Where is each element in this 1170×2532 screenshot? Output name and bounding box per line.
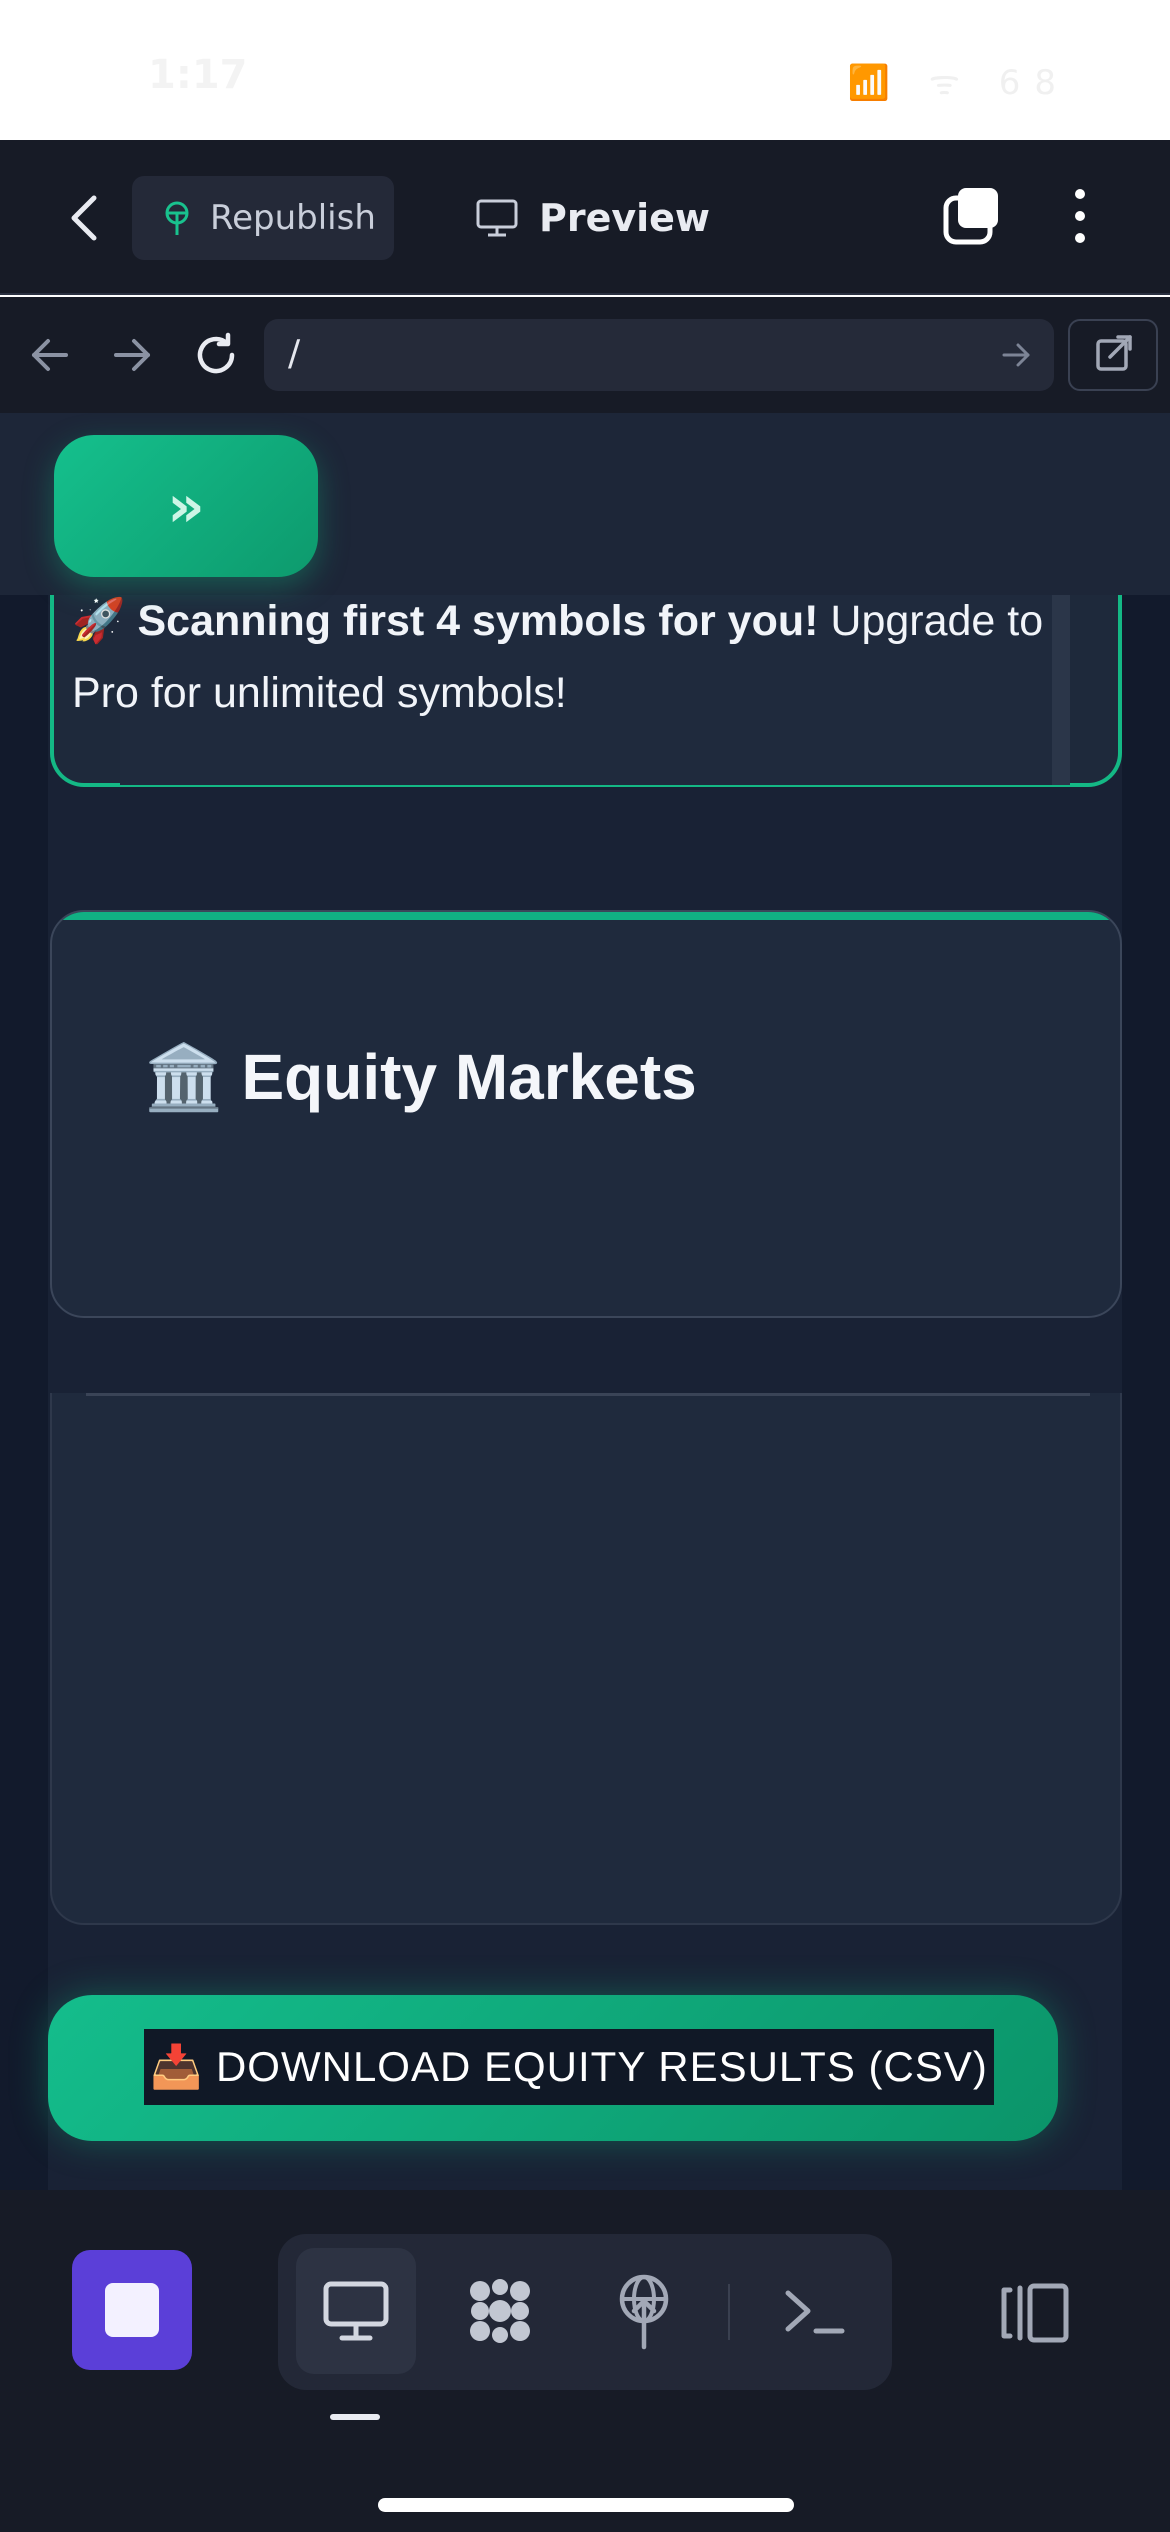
bottom-toolbar (0, 2190, 1170, 2532)
equity-markets-heading: 🏛️ Equity Markets (144, 1040, 697, 1115)
divider (728, 2284, 730, 2340)
divider (86, 1393, 1090, 1396)
equity-markets-card: 🏛️ Equity Markets (50, 910, 1122, 1318)
republish-button[interactable]: Republish (132, 176, 394, 260)
url-text: / (288, 333, 301, 374)
double-chevron-right-icon: » (167, 472, 205, 540)
back-button[interactable] (58, 188, 114, 248)
tool-modules[interactable] (440, 2248, 560, 2374)
home-indicator (378, 2498, 794, 2512)
upgrade-banner-text: 🚀 Scanning first 4 symbols for you! Upgr… (72, 585, 1062, 729)
terminal-icon (785, 2290, 845, 2334)
status-bar: 1:17 📶 ᯤ 68 (0, 0, 1170, 140)
top-bar: Republish Preview (0, 140, 1170, 295)
monitor-icon (476, 199, 518, 237)
url-bar: / (0, 297, 1170, 413)
chevron-left-icon (71, 195, 97, 241)
more-button[interactable] (1060, 184, 1100, 248)
rocket-icon: 🚀 (72, 597, 126, 645)
tool-deploy[interactable] (584, 2248, 704, 2374)
stop-button[interactable] (72, 2250, 192, 2370)
monitor-icon (323, 2281, 389, 2341)
nav-forward-button[interactable] (106, 329, 158, 381)
nav-back-button[interactable] (24, 329, 76, 381)
download-button-text: DOWNLOAD EQUITY RESULTS (CSV) (215, 2043, 988, 2090)
reload-icon (197, 332, 235, 374)
broadcast-icon (619, 2274, 669, 2350)
web-viewport: » 🚀 Scanning first 4 symbols for you! Up… (0, 413, 1170, 2190)
equity-results-panel (50, 1393, 1122, 1925)
app-header: » (0, 413, 1170, 595)
download-equity-csv-button[interactable]: 📥 DOWNLOAD EQUITY RESULTS (CSV) (48, 1995, 1058, 2141)
download-button-label: 📥 DOWNLOAD EQUITY RESULTS (CSV) (144, 2029, 994, 2105)
external-link-icon (1096, 335, 1132, 371)
inbox-tray-icon: 📥 (150, 2042, 204, 2090)
side-panel-icon (1001, 2283, 1069, 2343)
equity-markets-title: Equity Markets (241, 1041, 697, 1113)
tabs-icon (943, 188, 998, 245)
preview-label: Preview (539, 196, 711, 240)
tool-switcher (278, 2234, 892, 2390)
upgrade-banner-bold: Scanning first 4 symbols for you! (137, 597, 819, 645)
active-tool-indicator (330, 2414, 380, 2420)
tool-preview[interactable] (296, 2248, 416, 2374)
status-time: 1:17 (148, 52, 248, 98)
side-panel-button[interactable] (996, 2278, 1076, 2348)
tool-shell[interactable] (754, 2248, 874, 2374)
preview-button[interactable]: Preview (475, 176, 710, 260)
arrow-right-icon[interactable] (998, 337, 1034, 373)
reload-button[interactable] (190, 329, 242, 381)
url-input[interactable]: / (264, 319, 1054, 391)
status-icons: 📶 ᯤ 68 (847, 63, 1070, 103)
open-external-button[interactable] (1068, 319, 1158, 391)
broadcast-icon (165, 201, 189, 235)
bank-icon: 🏛️ (144, 1041, 224, 1113)
tabs-button[interactable] (940, 184, 1004, 248)
arrow-left-icon (32, 339, 68, 371)
modules-icon (470, 2279, 530, 2343)
more-vertical-icon (1075, 189, 1085, 243)
republish-label: Republish (210, 198, 376, 238)
arrow-right-icon (114, 339, 150, 371)
sidebar-toggle-button[interactable]: » (54, 435, 318, 577)
